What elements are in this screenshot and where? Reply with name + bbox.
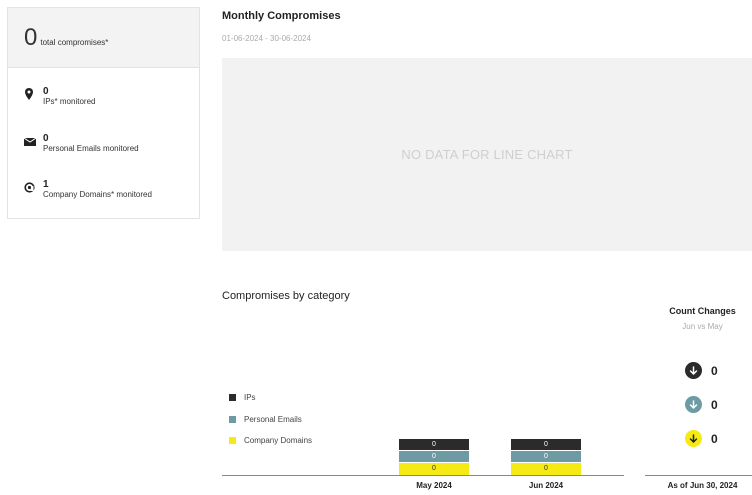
x-tick-label-jun: Jun 2024 — [528, 481, 564, 490]
legend-item-ips[interactable]: IPs — [229, 393, 256, 402]
total-compromises-count: 0 — [24, 23, 38, 51]
bar-jun-2024[interactable]: 0 0 0 — [511, 439, 581, 475]
stat-domains-label: Company Domains* monitored — [43, 190, 152, 199]
stat-emails-label: Personal Emails monitored — [43, 144, 139, 153]
category-chart-title: Compromises by category — [222, 290, 350, 302]
legend-label-company-domains: Company Domains — [244, 436, 313, 445]
monthly-date-range: 01-06-2024 - 30-06-2024 — [222, 34, 311, 43]
map-marker-icon — [24, 87, 37, 100]
legend-swatch-company-domains — [229, 437, 236, 444]
stat-company-domains: 1 Company Domains* monitored — [24, 179, 152, 200]
monthly-compromises-title: Monthly Compromises — [222, 10, 341, 22]
bar-segment-personal-emails: 0 — [511, 451, 581, 463]
bar-segment-personal-emails: 0 — [399, 451, 469, 463]
stat-personal-emails: 0 Personal Emails monitored — [23, 133, 139, 154]
stat-ips-label: IPs* monitored — [43, 97, 96, 106]
line-chart-empty-message: NO DATA FOR LINE CHART — [401, 147, 573, 162]
envelope-icon — [23, 134, 37, 146]
count-changes-title: Count Changes — [669, 306, 736, 316]
category-chart-baseline — [222, 475, 624, 476]
count-changes-as-of: As of Jun 30, 2024 — [667, 481, 738, 490]
bar-segment-ips: 0 — [399, 439, 469, 451]
count-changes-baseline — [645, 475, 752, 476]
legend-label-personal-emails: Personal Emails — [244, 415, 302, 424]
legend-swatch-ips — [229, 394, 236, 401]
legend-swatch-personal-emails — [229, 416, 236, 423]
x-tick-label-may: May 2024 — [416, 481, 452, 490]
legend-item-personal-emails[interactable]: Personal Emails — [229, 415, 302, 424]
count-change-domains-value: 0 — [711, 431, 718, 446]
stat-ips: 0 IPs* monitored — [24, 86, 95, 107]
stat-emails-count: 0 — [43, 133, 49, 144]
arrow-down-icon — [685, 430, 702, 447]
arrow-down-icon — [685, 362, 702, 379]
bar-may-2024[interactable]: 0 0 0 — [399, 439, 469, 475]
bar-segment-company-domains: 0 — [399, 463, 469, 475]
bar-segment-company-domains: 0 — [511, 463, 581, 475]
arrow-down-icon — [685, 396, 702, 413]
count-changes-subtitle: Jun vs May — [682, 322, 723, 331]
monthly-line-chart: NO DATA FOR LINE CHART — [222, 58, 752, 251]
count-change-ips-value: 0 — [711, 363, 718, 378]
at-sign-icon — [24, 180, 37, 193]
total-compromises-label: total compromises* — [40, 37, 109, 47]
stat-domains-count: 1 — [43, 179, 49, 190]
bar-segment-ips: 0 — [511, 439, 581, 451]
stat-ips-count: 0 — [43, 86, 49, 97]
summary-card: 0 total compromises* 0 IPs* monitored 0 … — [7, 7, 200, 219]
count-change-emails-value: 0 — [711, 397, 718, 412]
count-change-ips: 0 — [685, 362, 718, 379]
legend-item-company-domains[interactable]: Company Domains — [229, 436, 312, 445]
legend-label-ips: IPs — [244, 393, 256, 402]
count-change-personal-emails: 0 — [685, 396, 718, 413]
count-change-company-domains: 0 — [685, 430, 718, 447]
summary-header: 0 total compromises* — [8, 8, 199, 68]
